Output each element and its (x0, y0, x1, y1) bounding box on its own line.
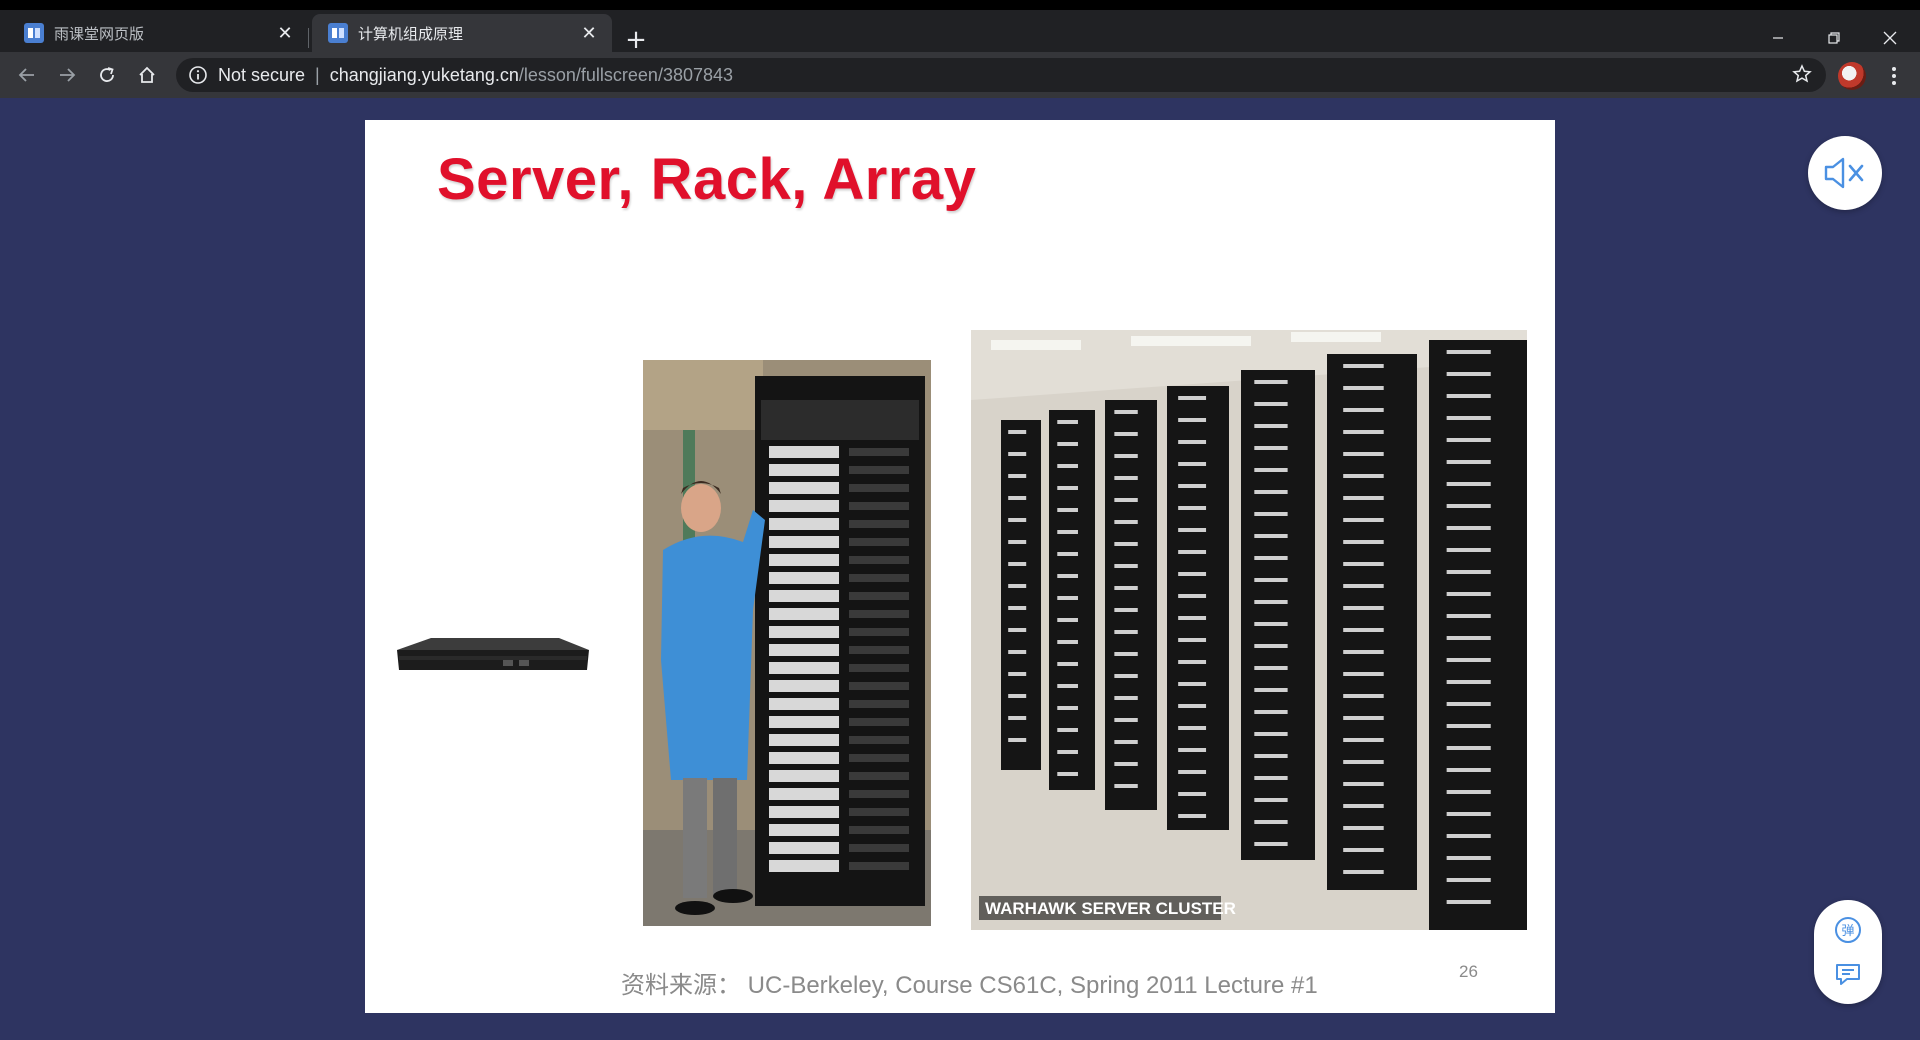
close-window-icon[interactable] (1862, 20, 1918, 56)
tab-divider (308, 28, 309, 48)
tab-yuketang-web[interactable]: 雨课堂网页版 ✕ (8, 14, 308, 52)
yuketang-favicon (24, 23, 44, 43)
avatar[interactable] (1838, 62, 1866, 90)
security-label[interactable]: Not secure (218, 65, 305, 86)
browser-toolbar: Not secure | changjiang.yuketang.cn /les… (0, 52, 1920, 98)
url-path: /lesson/fullscreen/3807843 (518, 64, 734, 85)
window-top-edge (0, 0, 1920, 10)
danmu-label: 弹 (1841, 924, 1854, 939)
url-host: changjiang.yuketang.cn (329, 64, 519, 85)
page-number: 26 (1459, 962, 1478, 981)
home-icon[interactable] (132, 60, 162, 90)
close-icon[interactable]: ✕ (274, 22, 296, 44)
menu-dots-icon[interactable] (1880, 62, 1908, 90)
back-icon[interactable] (12, 60, 42, 90)
address-separator: | (315, 64, 320, 85)
minimize-icon[interactable] (1750, 20, 1806, 56)
side-action-panel: 弹 (1814, 900, 1882, 1004)
plus-icon[interactable]: + (622, 25, 650, 55)
source-note: 资料来源： UC-Berkeley, Course CS61C, Spring … (621, 972, 1318, 999)
rack-photo (643, 360, 931, 926)
danmu-icon: 弹 (1835, 917, 1861, 943)
reload-icon[interactable] (92, 60, 122, 90)
star-icon[interactable] (1792, 64, 1812, 84)
comment-icon (1836, 964, 1860, 985)
cluster-caption: WARHAWK SERVER CLUSTER (985, 899, 1236, 918)
server-image (391, 630, 591, 678)
tab-strip: 雨课堂网页版 ✕ 计算机组成原理 ✕ + (0, 10, 1920, 55)
comment-button[interactable] (1833, 959, 1863, 989)
tab-computer-organization[interactable]: 计算机组成原理 ✕ (312, 14, 612, 52)
slide: Server, Rack, Array WARHAWK SERVER CLUST… (365, 120, 1555, 1013)
danmu-button[interactable]: 弹 (1833, 915, 1863, 945)
cluster-photo: WARHAWK SERVER CLUSTER (971, 330, 1527, 930)
close-icon[interactable]: ✕ (578, 22, 600, 44)
tab-title: 雨课堂网页版 (54, 25, 145, 43)
mute-button[interactable] (1808, 136, 1882, 210)
yuketang-favicon (328, 23, 348, 43)
info-icon[interactable] (188, 65, 208, 85)
tab-title: 计算机组成原理 (358, 25, 464, 43)
mute-icon (1824, 157, 1864, 189)
slide-title: Server, Rack, Array (437, 147, 977, 212)
forward-icon[interactable] (52, 60, 82, 90)
address-bar[interactable]: Not secure | changjiang.yuketang.cn /les… (176, 58, 1826, 92)
restore-icon[interactable] (1806, 20, 1862, 56)
